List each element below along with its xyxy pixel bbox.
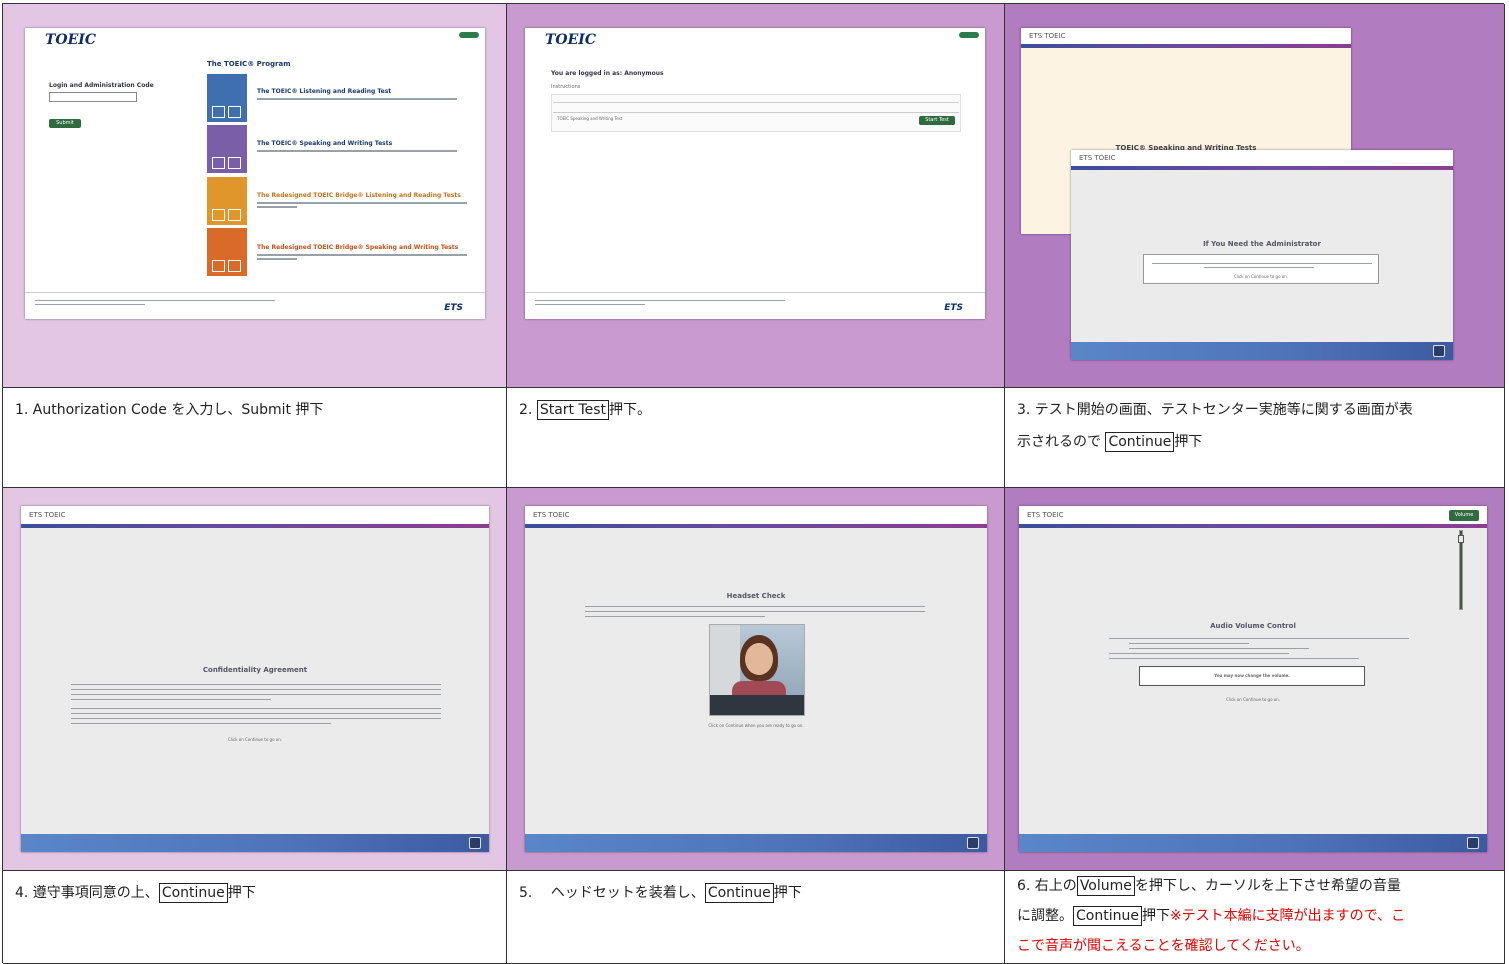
caption-step3: 3. テスト開始の画面、テストセンター実施等に関する画面が表 示されるので Co… — [1005, 388, 1505, 488]
toeic-logo: TOEIC — [545, 32, 596, 48]
volume-button[interactable]: Volume — [1449, 510, 1479, 521]
confidentiality-screen: ETS TOEIC Confidentiality Agreement Clic… — [21, 506, 489, 852]
start-test-screen: TOEIC You are logged in as: Anonymous In… — [525, 28, 985, 319]
volume-info-box: You may now change the volume. — [1139, 666, 1365, 686]
confidentiality-title: Confidentiality Agreement — [202, 666, 308, 674]
screenshot-cell-3: ETS TOEIC TOEIC® Speaking and Writing Te… — [1005, 4, 1505, 388]
continue-note: Click on Continue to go on. — [1233, 274, 1289, 279]
start-test-button[interactable]: Start Test — [919, 116, 955, 125]
help-pill — [459, 32, 479, 38]
instructions-label: Instructions — [551, 84, 581, 90]
help-pill — [959, 32, 979, 38]
login-label: Login and Administration Code — [49, 82, 154, 89]
admin-info-box: Click on Continue to go on. — [1143, 254, 1379, 284]
warning-text: ※テスト本編に支障が出ますので、こ — [1169, 908, 1406, 924]
volume-slider[interactable] — [1458, 530, 1464, 610]
caption-step6: 6. 右上の Volume を押下し、カーソルを上下させ希望の音量 に調整。 Cont… — [1005, 871, 1505, 964]
admin-title: If You Need the Administrator — [1203, 240, 1321, 248]
program-title-lr: The TOEIC® Listening and Reading Test — [257, 88, 392, 95]
headset-photo — [709, 624, 805, 716]
ets-logo: ETS — [944, 303, 963, 313]
caption-step5: 5. ヘッドセットを装着し、 Continue 押下 — [507, 871, 1005, 964]
continue-icon[interactable] — [967, 837, 979, 849]
continue-label: Continue — [704, 883, 774, 903]
continue-note: Click on Continue to go on. — [1225, 697, 1281, 702]
program-tile-bridge-sw[interactable] — [207, 228, 247, 276]
screenshot-cell-1: TOEIC Login and Administration Code Subm… — [3, 4, 507, 388]
admin-screen: ETS TOEIC If You Need the Administrator … — [1071, 150, 1453, 360]
start-test-label: Start Test — [536, 400, 610, 420]
headset-title: Headset Check — [726, 592, 786, 600]
continue-icon[interactable] — [1433, 345, 1445, 357]
headset-screen: ETS TOEIC Headset Check Click on Continu… — [525, 506, 987, 852]
login-screen: TOEIC Login and Administration Code Subm… — [25, 28, 485, 319]
logged-in-label: You are logged in as: Anonymous — [551, 70, 664, 77]
screenshot-cell-6: ETS TOEIC Volume Audio Volume Control Yo… — [1005, 488, 1505, 871]
continue-note: Click on Continue to go on. — [227, 737, 283, 742]
continue-label: Continue — [1073, 906, 1142, 926]
caption-step4: 4. 遵守事項同意の上、 Continue 押下 — [3, 871, 507, 964]
toeic-logo: TOEIC — [45, 32, 96, 48]
program-title: The TOEIC® Program — [207, 60, 291, 68]
volume-title: Audio Volume Control — [1210, 622, 1296, 630]
volume-slider-handle[interactable] — [1458, 535, 1464, 543]
caption-step2: 2. Start Test 押下。 — [507, 388, 1005, 488]
submit-button[interactable]: Submit — [49, 119, 81, 128]
warning-text-2: こで音声が聞こえることを確認してください。 — [1017, 938, 1310, 954]
screenshot-cell-2: TOEIC You are logged in as: Anonymous In… — [507, 4, 1005, 388]
program-tile-lr[interactable] — [207, 74, 247, 122]
program-title-sw: The TOEIC® Speaking and Writing Tests — [257, 140, 393, 147]
auth-code-input[interactable] — [49, 92, 137, 102]
ets-logo: ETS — [444, 303, 463, 313]
program-tile-sw[interactable] — [207, 125, 247, 173]
screenshot-cell-5: ETS TOEIC Headset Check Click on Continu… — [507, 488, 1005, 871]
volume-label: Volume — [1076, 876, 1135, 896]
continue-note: Click on Continue when you are ready to … — [708, 723, 804, 728]
continue-icon[interactable] — [469, 837, 481, 849]
screenshot-cell-4: ETS TOEIC Confidentiality Agreement Clic… — [3, 488, 507, 871]
program-tile-bridge-lr[interactable] — [207, 177, 247, 225]
test-row-label: TOEIC Speaking and Writing Test — [557, 116, 623, 121]
continue-label: Continue — [158, 883, 228, 903]
program-title-bridge-sw: The Redesigned TOEIC Bridge® Speaking an… — [257, 244, 459, 251]
continue-icon[interactable] — [1467, 837, 1479, 849]
volume-screen: ETS TOEIC Volume Audio Volume Control Yo… — [1019, 506, 1487, 852]
continue-label: Continue — [1105, 432, 1175, 452]
caption-step1: 1. Authorization Code を入力し、Submit 押下 — [3, 388, 507, 488]
program-title-bridge-lr: The Redesigned TOEIC Bridge® Listening a… — [257, 192, 461, 199]
